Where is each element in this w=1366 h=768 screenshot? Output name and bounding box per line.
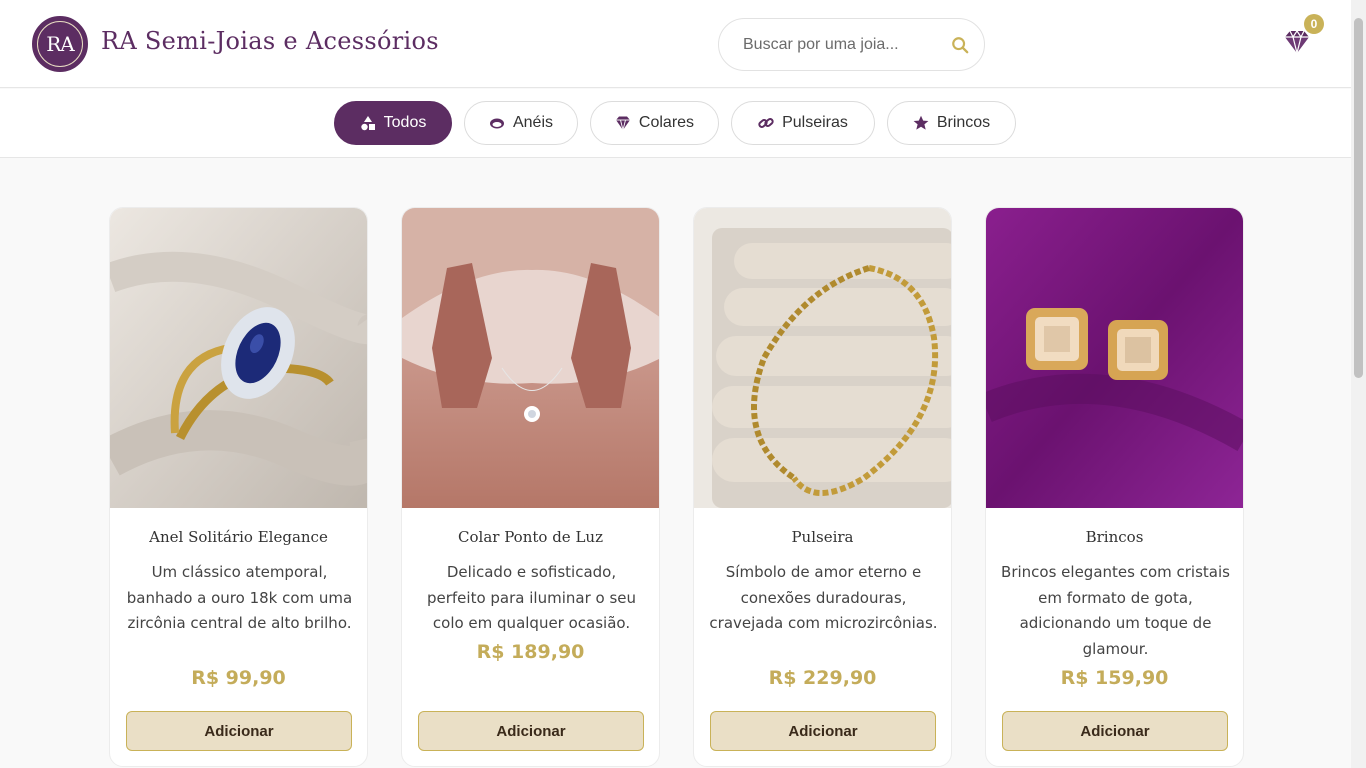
filter-label: Colares xyxy=(638,114,695,131)
ring-icon xyxy=(489,118,504,129)
site-header: RA RA Semi-Joias e Acessórios 0 xyxy=(0,0,1351,88)
cart-count-badge: 0 xyxy=(1304,14,1324,34)
product-name: Anel Solitário Elegance xyxy=(149,528,328,546)
add-to-cart-button[interactable]: Adicionar xyxy=(126,711,352,751)
product-image[interactable] xyxy=(402,208,660,508)
product-card: Anel Solitário Elegance Um clássico atem… xyxy=(109,207,368,767)
add-to-cart-button[interactable]: Adicionar xyxy=(1002,711,1228,751)
product-card: Brincos Brincos elegantes com cristais e… xyxy=(985,207,1244,767)
gem-icon xyxy=(615,116,630,131)
product-description: Símbolo de amor eterno e conexões durado… xyxy=(709,563,938,632)
link-icon xyxy=(758,118,774,128)
product-price: R$ 99,90 xyxy=(191,667,286,689)
product-image[interactable] xyxy=(986,208,1244,508)
filter-brincos[interactable]: Brincos xyxy=(887,101,1016,145)
site-title[interactable]: RA Semi-Joias e Acessórios xyxy=(101,27,439,55)
product-description: Delicado e sofisticado, perfeito para il… xyxy=(426,563,636,632)
category-filter-bar: Todos Anéis Colares Pulseiras Brincos xyxy=(0,89,1351,158)
product-description: Brincos elegantes com cristais em format… xyxy=(1001,563,1230,658)
search-input[interactable] xyxy=(743,33,928,57)
scrollbar-thumb[interactable] xyxy=(1354,18,1363,378)
product-image[interactable] xyxy=(694,208,952,508)
product-name: Colar Ponto de Luz xyxy=(458,528,603,546)
product-price: R$ 189,90 xyxy=(476,641,585,663)
logo-text: RA xyxy=(37,21,83,67)
product-description: Um clássico atemporal, banhado a ouro 18… xyxy=(126,563,353,632)
page-scrollbar[interactable] xyxy=(1351,0,1366,768)
product-card: Colar Ponto de Luz Delicado e sofisticad… xyxy=(401,207,660,767)
shapes-icon xyxy=(360,116,375,131)
filter-label: Brincos xyxy=(936,114,991,131)
filter-label: Todos xyxy=(383,114,427,131)
product-name: Pulseira xyxy=(791,528,854,546)
product-name: Brincos xyxy=(1085,528,1144,546)
product-price: R$ 229,90 xyxy=(768,667,877,689)
add-to-cart-button[interactable]: Adicionar xyxy=(418,711,644,751)
product-image[interactable] xyxy=(110,208,368,508)
filter-colares[interactable]: Colares xyxy=(590,101,719,145)
product-price: R$ 159,90 xyxy=(1060,667,1169,689)
filter-pulseiras[interactable]: Pulseiras xyxy=(731,101,875,145)
product-card: Pulseira Símbolo de amor eterno e conexõ… xyxy=(693,207,952,767)
add-to-cart-button[interactable]: Adicionar xyxy=(710,711,936,751)
logo[interactable]: RA xyxy=(32,16,88,72)
filter-todos[interactable]: Todos xyxy=(334,101,452,145)
search-icon[interactable] xyxy=(951,36,969,54)
filter-label: Pulseiras xyxy=(782,114,848,131)
filter-label: Anéis xyxy=(512,114,554,131)
filter-aneis[interactable]: Anéis xyxy=(464,101,578,145)
star-icon xyxy=(913,115,929,130)
search-box xyxy=(718,18,985,71)
